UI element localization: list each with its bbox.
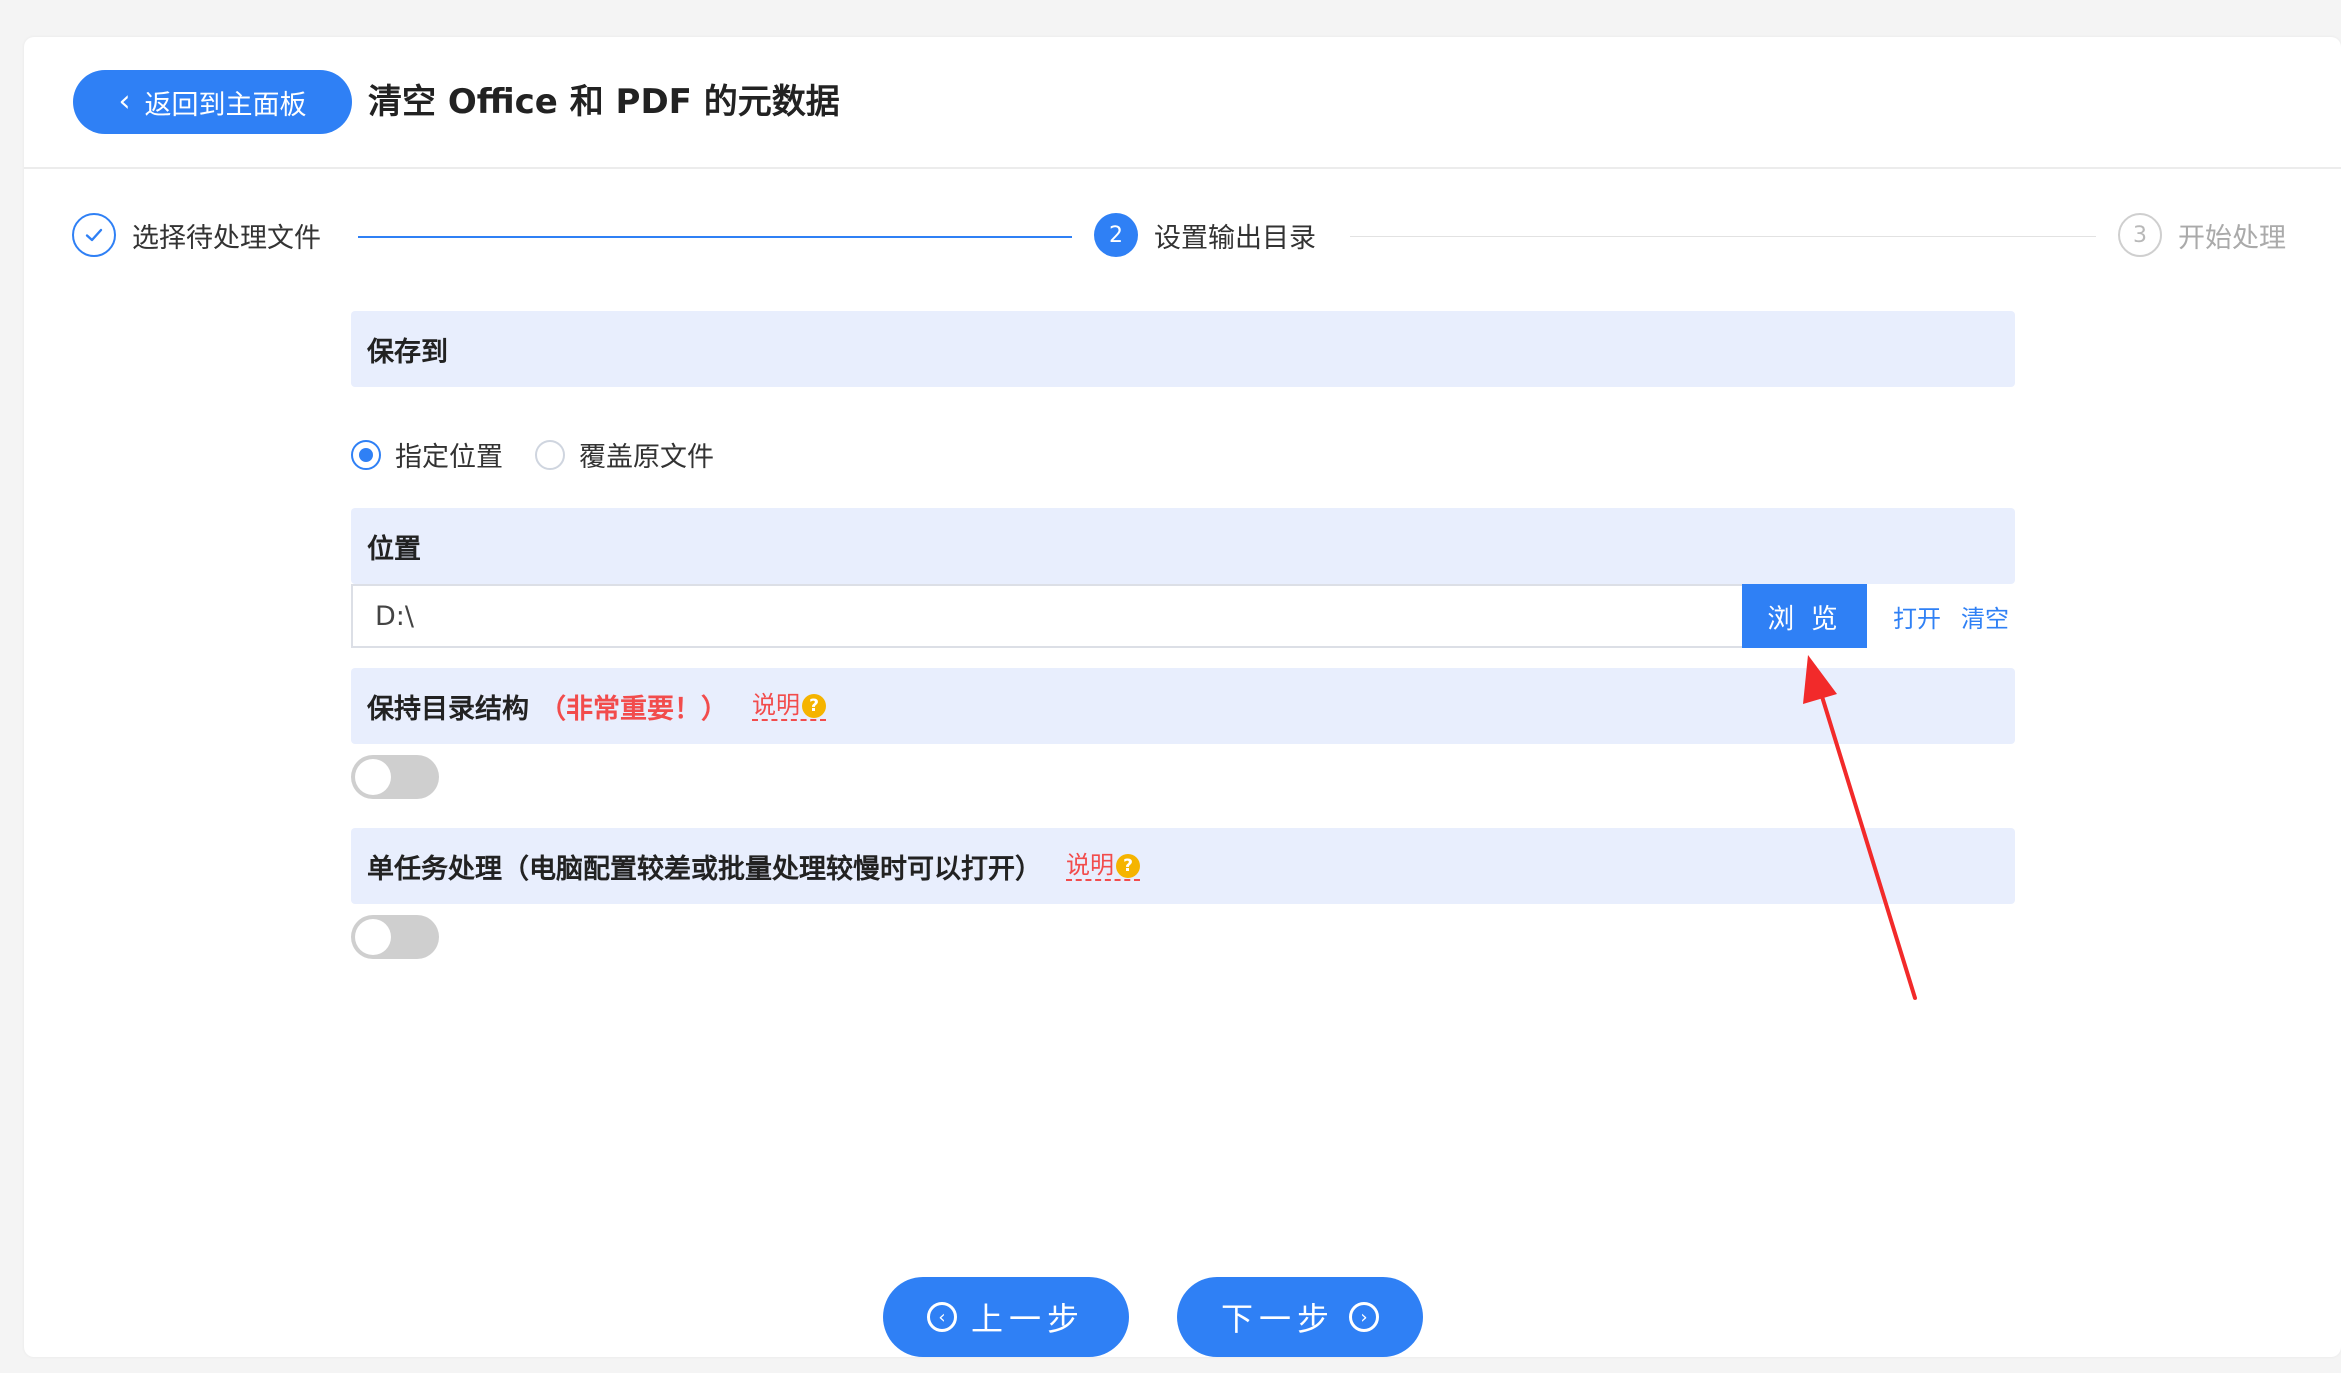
output-path-input[interactable]	[351, 584, 1742, 648]
radio-button-checked[interactable]	[351, 439, 381, 470]
explain-link[interactable]: 说明?	[752, 691, 826, 721]
section-title: 单任务处理（电脑配置较差或批量处理较慢时可以打开）	[367, 853, 1042, 885]
back-button-label: 返回到主面板	[144, 89, 307, 121]
next-label: 下一步	[1220, 1300, 1335, 1338]
step-label: 设置输出目录	[1154, 222, 1316, 254]
explain-link[interactable]: 说明?	[1066, 851, 1140, 881]
radio-label: 指定位置	[395, 442, 503, 473]
step-label: 开始处理	[2178, 222, 2286, 254]
chevron-left-icon: ‹	[118, 84, 131, 119]
location-heading: 位置	[351, 508, 2015, 584]
header: ‹ 返回到主面板 清空 Office 和 PDF 的元数据	[24, 37, 2341, 169]
save-to-heading: 保存到	[351, 311, 2015, 387]
open-folder-link[interactable]: 打开	[1893, 584, 1941, 648]
clear-path-link[interactable]: 清空	[1961, 584, 2009, 648]
section-title: 位置	[367, 533, 421, 565]
radio-button[interactable]	[535, 439, 565, 470]
save-to-options: 指定位置 覆盖原文件	[351, 435, 746, 474]
section-title: 保存到	[367, 336, 448, 368]
step-select-files: 选择待处理文件	[72, 213, 321, 257]
step-connector-complete	[358, 236, 1072, 238]
section-title: 保持目录结构	[367, 693, 529, 725]
previous-step-button[interactable]: ‹ 上一步	[883, 1277, 1129, 1357]
main-panel: ‹ 返回到主面板 清空 Office 和 PDF 的元数据 选择待处理文件 2 …	[24, 37, 2341, 1357]
step-number: 2	[1094, 213, 1138, 257]
step-start-processing: 3 开始处理	[2118, 213, 2286, 257]
location-row: 浏 览 打开 清空	[351, 584, 2015, 648]
browse-button[interactable]: 浏 览	[1742, 584, 1867, 648]
check-icon	[72, 213, 116, 257]
explain-label: 说明	[1066, 851, 1114, 879]
radio-specified-location[interactable]: 指定位置	[351, 435, 503, 474]
help-icon: ?	[802, 694, 826, 718]
single-task-heading: 单任务处理（电脑配置较差或批量处理较慢时可以打开） 说明?	[351, 828, 2015, 904]
radio-label: 覆盖原文件	[579, 442, 714, 473]
chevron-left-circle-icon: ‹	[926, 1302, 957, 1332]
help-icon: ?	[1116, 854, 1140, 878]
keep-structure-heading: 保持目录结构 （非常重要！） 说明?	[351, 668, 2015, 744]
back-to-dashboard-button[interactable]: ‹ 返回到主面板	[73, 70, 352, 134]
prev-label: 上一步	[970, 1300, 1085, 1338]
step-output-directory: 2 设置输出目录	[1094, 213, 1316, 257]
keep-structure-toggle[interactable]	[351, 755, 439, 799]
step-connector-pending	[1350, 236, 2096, 237]
page-title: 清空 Office 和 PDF 的元数据	[368, 82, 840, 122]
single-task-toggle[interactable]	[351, 915, 439, 959]
step-number: 3	[2118, 213, 2162, 257]
chevron-right-circle-icon: ›	[1349, 1302, 1379, 1332]
explain-label: 说明	[752, 691, 800, 719]
step-label: 选择待处理文件	[132, 222, 321, 254]
important-note: （非常重要！）	[539, 693, 728, 725]
next-step-button[interactable]: 下一步 ›	[1177, 1277, 1423, 1357]
radio-overwrite-original[interactable]: 覆盖原文件	[535, 435, 714, 474]
